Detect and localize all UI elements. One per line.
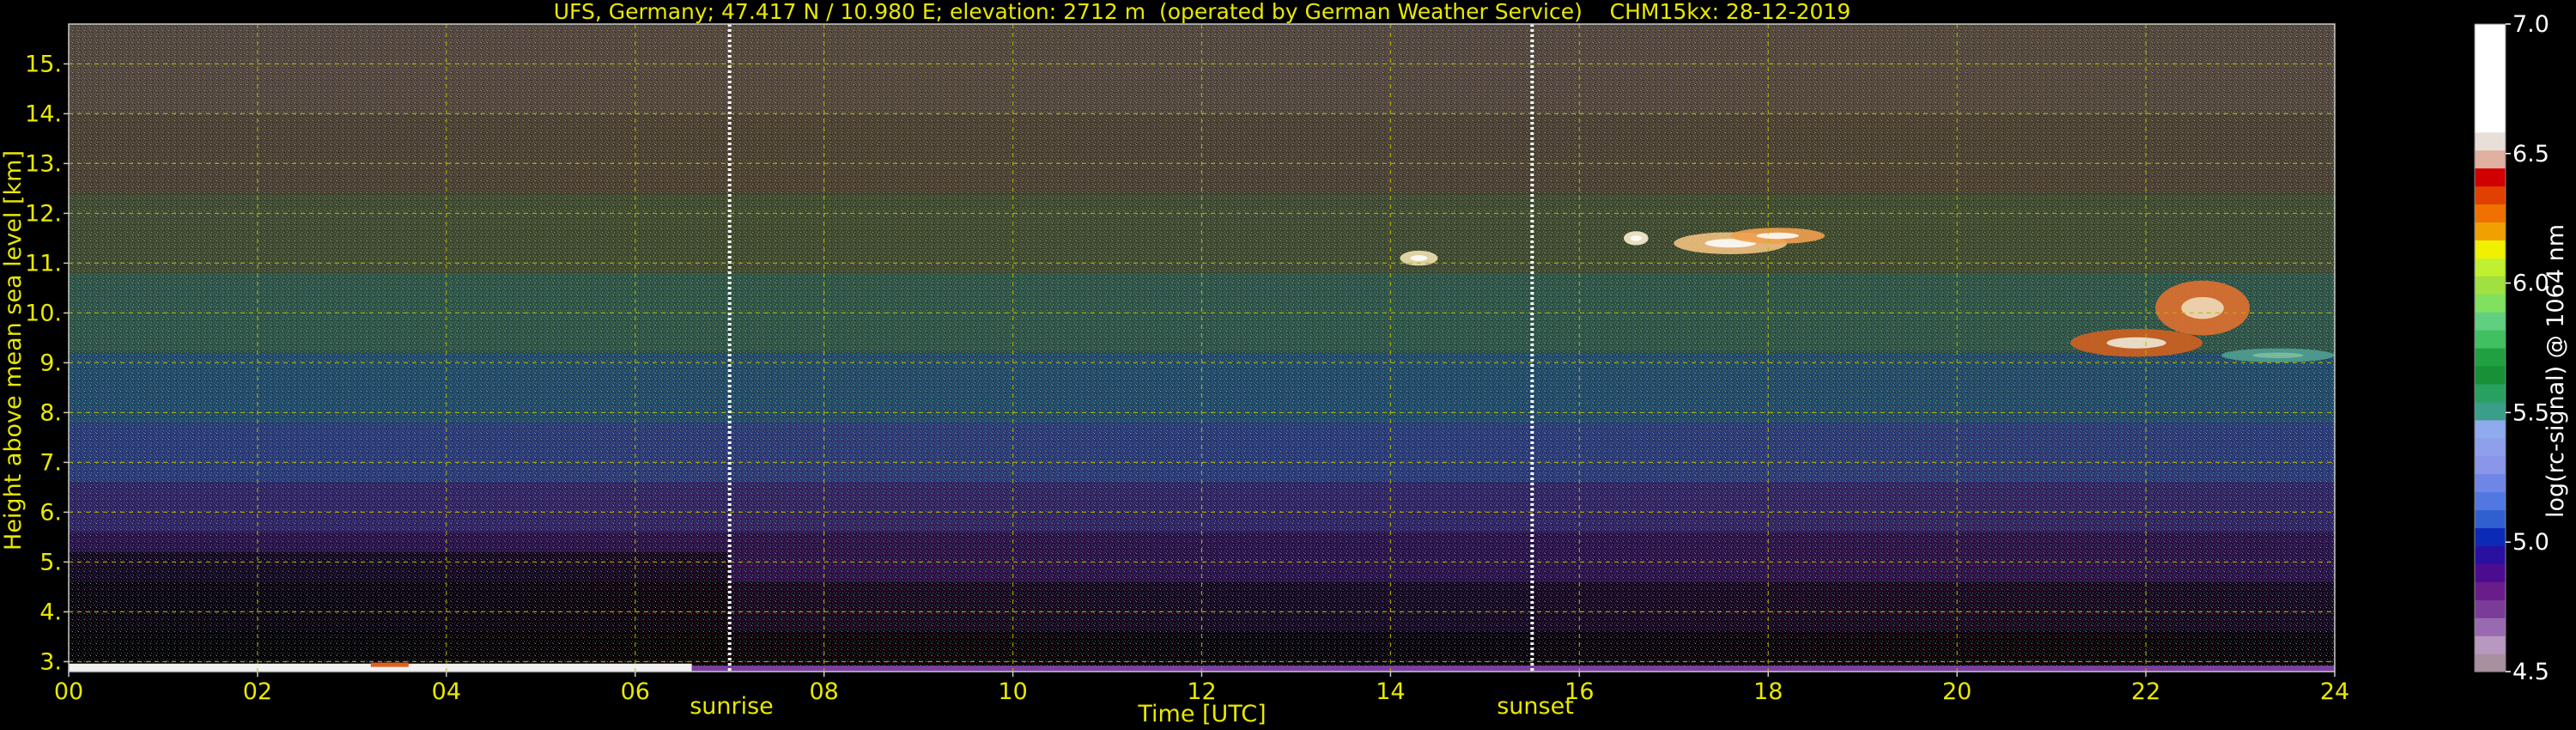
colorbar-segment <box>2475 509 2506 529</box>
colorbar-segment <box>2475 636 2506 654</box>
lidar-chart: 00 02 04 06 08 10 12 14 16 18 20 22 243.4.5.6.7.8.9.… <box>0 0 2569 727</box>
x-axis-label: Time [UTC] <box>1137 701 1266 727</box>
colorbar-segment <box>2475 149 2506 169</box>
colorbar-segment <box>2475 204 2506 222</box>
colorbar-segment <box>2475 41 2506 61</box>
sunrise-label: sunrise <box>690 693 774 720</box>
x-tick-label: 24 <box>2320 678 2349 705</box>
x-tick-label: 20 <box>1942 678 1971 705</box>
y-tick-label: 13. <box>25 150 62 177</box>
colorbar-segment <box>2475 348 2506 367</box>
colorbar-segment <box>2475 545 2506 564</box>
cloud-core <box>1756 232 1799 240</box>
y-tick-label: 14. <box>25 100 62 127</box>
x-tick-label: 10 <box>998 678 1027 705</box>
colorbar-tick-label: 7.0 <box>2512 11 2549 38</box>
colorbar-segment <box>2475 527 2506 546</box>
cloud-core <box>2106 337 2166 349</box>
colorbar-segment <box>2475 240 2506 259</box>
colorbar-segment <box>2475 24 2506 43</box>
colorbar-segment <box>2475 437 2506 457</box>
colorbar-segment <box>2475 654 2506 672</box>
y-axis-label: Height above mean sea level [km] <box>0 150 27 551</box>
colorbar-segment <box>2475 455 2506 475</box>
y-tick-label: 6. <box>39 499 62 526</box>
y-tick-label: 10. <box>25 300 62 326</box>
colorbar-segment <box>2475 222 2506 240</box>
colorbar-tick-label: 5.0 <box>2512 529 2549 556</box>
x-tick-label: 06 <box>621 678 650 705</box>
colorbar-segment <box>2475 167 2506 187</box>
colorbar-segment <box>2475 383 2506 403</box>
colorbar-segment <box>2475 401 2506 421</box>
colorbar-segment <box>2475 312 2506 331</box>
colorbar-segment <box>2475 258 2506 277</box>
colorbar-segment <box>2475 563 2506 582</box>
colorbar-tick-label: 4.5 <box>2512 659 2549 685</box>
cloud-core <box>2252 352 2304 358</box>
colorbar-segment <box>2475 77 2506 97</box>
x-tick-label: 00 <box>54 678 83 705</box>
sunset-label: sunset <box>1497 693 1574 720</box>
colorbar-segment <box>2475 330 2506 349</box>
y-tick-label: 8. <box>39 399 62 426</box>
colorbar-segment <box>2475 491 2506 511</box>
colorbar-label: log(rc-signal) @ 1064 nm <box>2543 224 2569 518</box>
colorbar-segment <box>2475 365 2506 385</box>
colorbar-segment <box>2475 294 2506 313</box>
surface-return <box>370 662 409 667</box>
colorbar-tick-label: 6.5 <box>2512 141 2549 167</box>
cloud-core <box>1410 255 1428 262</box>
surface-return <box>691 666 2335 672</box>
x-tick-label: 18 <box>1753 678 1783 705</box>
colorbar-segment <box>2475 276 2506 295</box>
chart-title: UFS, Germany; 47.417 N / 10.980 E; eleva… <box>554 0 1850 24</box>
y-tick-label: 3. <box>39 648 62 675</box>
colorbar-segment <box>2475 113 2506 133</box>
x-tick-label: 14 <box>1376 678 1405 705</box>
y-tick-label: 11. <box>25 250 62 277</box>
colorbar-segment <box>2475 617 2506 636</box>
y-tick-label: 15. <box>25 51 62 77</box>
y-tick-label: 5. <box>39 549 62 575</box>
colorbar-segment <box>2475 581 2506 600</box>
x-tick-label: 22 <box>2131 678 2160 705</box>
y-tick-label: 9. <box>39 350 62 376</box>
colorbar-segment <box>2475 131 2506 151</box>
cloud-core <box>1630 235 1642 241</box>
x-tick-label: 02 <box>243 678 272 705</box>
colorbar-segment <box>2475 95 2506 115</box>
colorbar-segment <box>2475 419 2506 439</box>
colorbar: 4.55.05.56.06.57.0 <box>2474 11 2549 685</box>
colorbar-segment <box>2475 186 2506 205</box>
y-tick-label: 7. <box>39 449 62 476</box>
x-tick-label: 08 <box>809 678 838 705</box>
colorbar-segment <box>2475 473 2506 493</box>
cloud-core <box>2181 296 2224 319</box>
y-tick-label: 12. <box>25 200 62 227</box>
y-tick-label: 4. <box>39 599 62 625</box>
colorbar-segment <box>2475 599 2506 618</box>
x-tick-label: 04 <box>432 678 461 705</box>
colorbar-segment <box>2475 59 2506 79</box>
